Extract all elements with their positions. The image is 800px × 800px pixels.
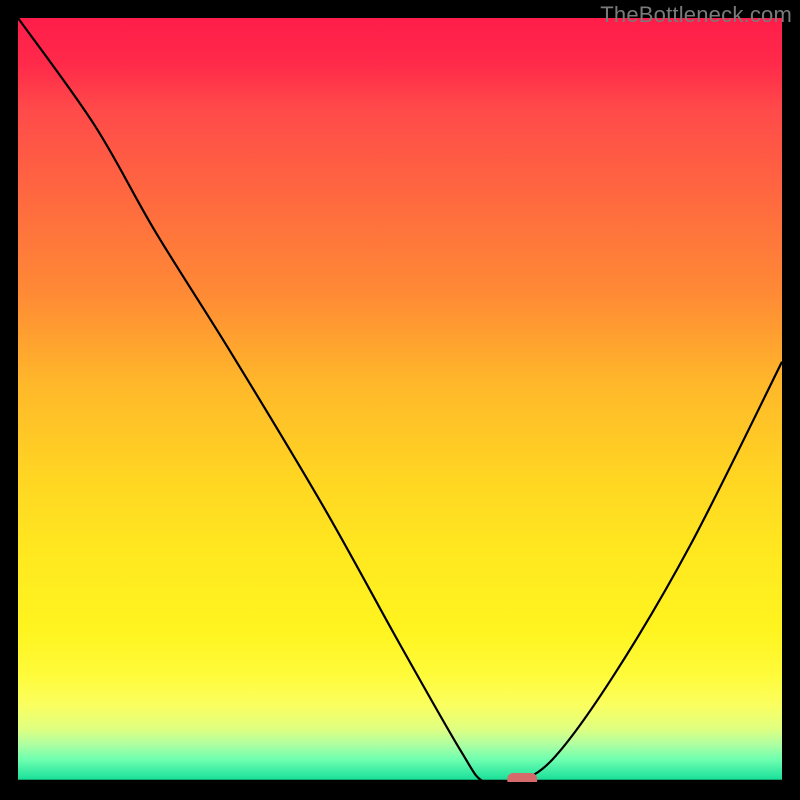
plot-area xyxy=(18,18,782,782)
bottleneck-curve xyxy=(18,18,782,782)
chart-container: TheBottleneck.com xyxy=(0,0,800,800)
optimal-marker xyxy=(507,773,537,782)
attribution-text: TheBottleneck.com xyxy=(600,2,792,28)
curve-svg xyxy=(18,18,782,782)
